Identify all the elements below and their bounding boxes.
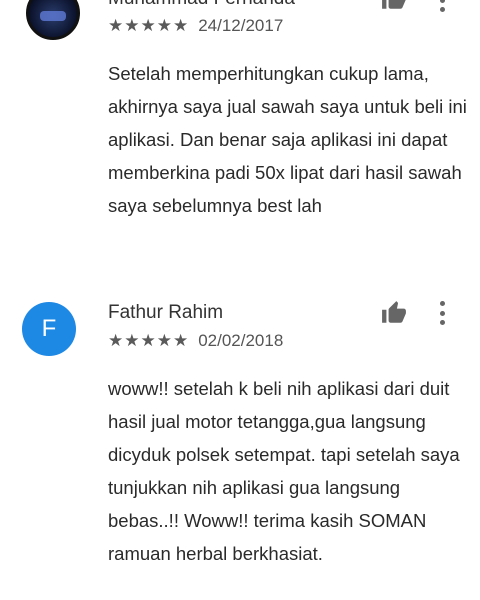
avatar-image bbox=[40, 11, 66, 21]
rating-row: ★★★★★ 02/02/2018 bbox=[108, 331, 283, 351]
star-rating: ★★★★★ bbox=[108, 331, 190, 350]
review-date: 02/02/2018 bbox=[198, 331, 284, 350]
more-vert-icon[interactable] bbox=[437, 0, 447, 12]
review-card: Muhammad Fernanda ★★★★★ 24/12/2017 Setel… bbox=[0, 0, 480, 280]
review-date: 24/12/2017 bbox=[198, 16, 284, 35]
rating-row: ★★★★★ 24/12/2017 bbox=[108, 16, 283, 36]
thumbs-up-icon[interactable] bbox=[381, 300, 407, 326]
star-rating: ★★★★★ bbox=[108, 16, 190, 35]
reviewer-name: Muhammad Fernanda bbox=[108, 0, 295, 10]
avatar-letter: F bbox=[41, 315, 57, 342]
more-vert-icon[interactable] bbox=[437, 301, 447, 325]
reviewer-name: Fathur Rahim bbox=[108, 302, 224, 323]
review-text: woww!! setelah k beli nih aplikasi dari … bbox=[108, 378, 460, 564]
avatar[interactable]: F bbox=[22, 302, 76, 356]
avatar[interactable] bbox=[26, 0, 80, 40]
review-card: F Fathur Rahim ★★★★★ 02/02/2018 woww!! s… bbox=[0, 280, 480, 600]
thumbs-up-icon[interactable] bbox=[381, 0, 407, 12]
review-text: Setelah memperhitungkan cukup lama, akhi… bbox=[108, 63, 467, 216]
